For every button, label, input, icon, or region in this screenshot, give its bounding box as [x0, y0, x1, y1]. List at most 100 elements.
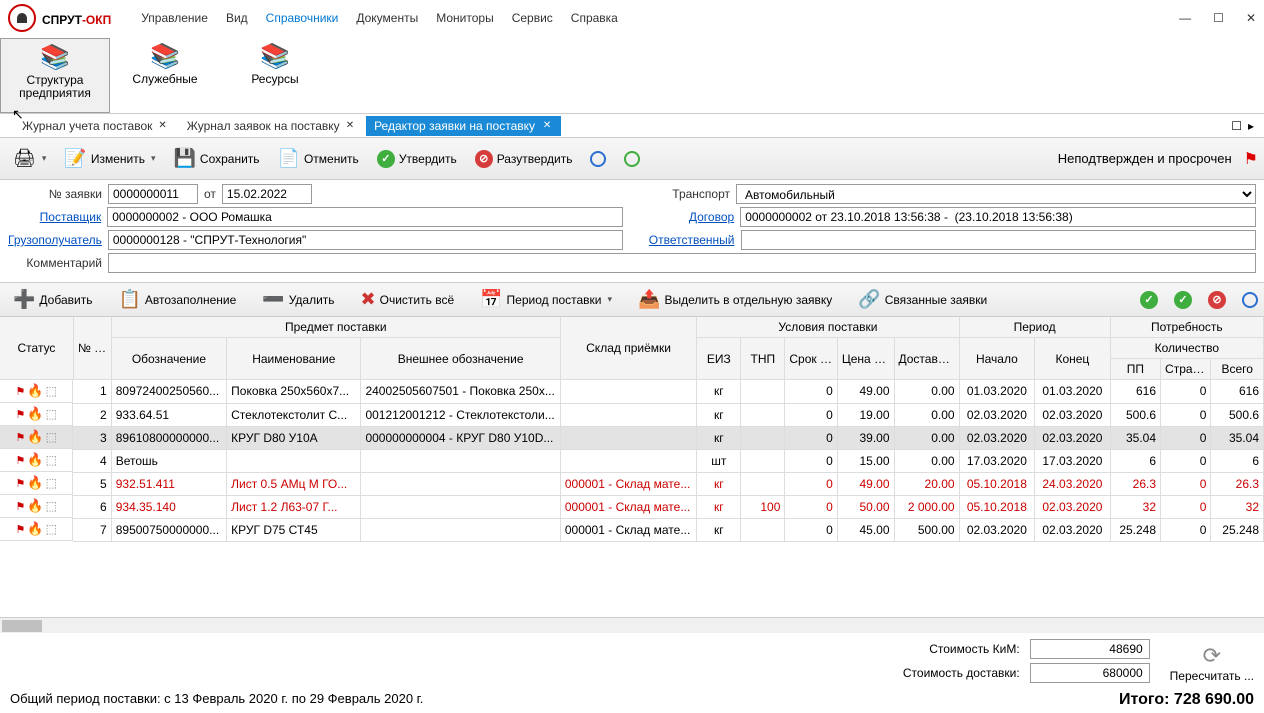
flag-icon: ⚑: [1244, 149, 1258, 169]
responsible-input[interactable]: [741, 230, 1257, 250]
autofill-button[interactable]: 📋Автозаполнение: [111, 284, 243, 315]
col-end[interactable]: Конец: [1035, 338, 1111, 380]
period-summary: Общий период поставки: с 13 Февраль 2020…: [10, 691, 423, 709]
deny2-icon[interactable]: ⊘: [1208, 291, 1226, 309]
col-warehouse[interactable]: Склад приёмки: [560, 317, 696, 380]
horizontal-scrollbar[interactable]: [0, 617, 1264, 633]
green-circle-button[interactable]: [617, 146, 647, 172]
tab-close-icon[interactable]: ✕: [346, 120, 354, 131]
document-tab[interactable]: Редактор заявки на поставку✕: [366, 116, 561, 136]
tab-close-icon[interactable]: ✕: [541, 120, 553, 132]
clear-button[interactable]: ✖Очистить всё: [354, 284, 462, 315]
request-number-input[interactable]: [108, 184, 198, 204]
menu-item[interactable]: Вид: [226, 11, 248, 25]
colgroup-need: Потребность: [1110, 317, 1263, 338]
minimize-icon[interactable]: —: [1179, 11, 1191, 25]
related-button[interactable]: 🔗Связанные заявки: [851, 284, 994, 315]
table-row[interactable]: ⚑🔥⬚2933.64.51Стеклотекстолит С...0012120…: [0, 403, 1264, 426]
colgroup-period: Период: [959, 317, 1110, 338]
fire-icon: 🔥: [27, 452, 43, 468]
delete-button[interactable]: ➖Удалить: [255, 284, 341, 315]
group-icon: ⬚: [46, 522, 57, 536]
col-name[interactable]: Наименование: [227, 338, 361, 380]
table-row[interactable]: ⚑🔥⬚4Ветошьшт015.000.0017.03.202017.03.20…: [0, 449, 1264, 472]
save-button[interactable]: 💾Сохранить: [166, 143, 266, 174]
table-row[interactable]: ⚑🔥⬚789500750000000...КРУГ D75 СТ45000001…: [0, 518, 1264, 541]
fire-icon: 🔥: [27, 521, 43, 537]
blue-circle-button[interactable]: [583, 146, 613, 172]
deny-icon: ⊘: [475, 150, 493, 168]
group-icon: ⬚: [46, 384, 57, 398]
flag-icon: ⚑: [16, 477, 26, 490]
document-tab[interactable]: Журнал заявок на поставку✕: [179, 116, 362, 136]
maximize-icon[interactable]: ☐: [1213, 11, 1224, 25]
contract-input[interactable]: [740, 207, 1256, 227]
col-status[interactable]: Статус: [0, 317, 73, 380]
ribbon-item[interactable]: 📚Структурапредприятия: [0, 38, 110, 113]
table-row[interactable]: ⚑🔥⬚5932.51.411Лист 0.5 АМц М ГО...000001…: [0, 472, 1264, 495]
blue-ring-icon[interactable]: [1242, 292, 1258, 308]
col-leadtime[interactable]: Срок поставки, дн.: [785, 338, 837, 380]
table-row[interactable]: ⚑🔥⬚6934.35.140Лист 1.2 Л63-07 Г...000001…: [0, 495, 1264, 518]
plus-icon: ➕: [13, 289, 35, 310]
menu-item[interactable]: Управление: [141, 11, 208, 25]
group-icon: ⬚: [46, 499, 57, 513]
separate-icon: 📤: [638, 289, 660, 310]
save-icon: 💾: [173, 148, 195, 169]
col-start[interactable]: Начало: [959, 338, 1035, 380]
col-total[interactable]: Всего: [1211, 359, 1264, 380]
cancel-button[interactable]: 📄Отменить: [271, 143, 366, 174]
add-button[interactable]: ➕Добавить: [6, 284, 99, 315]
approve-button[interactable]: ✓Утвердить: [370, 145, 464, 173]
comment-input[interactable]: [108, 253, 1256, 273]
supplier-label[interactable]: Поставщик: [8, 210, 101, 224]
check-icon: ✓: [377, 150, 395, 168]
cost-ship-value[interactable]: [1030, 663, 1150, 683]
col-npp[interactable]: № п/п: [73, 317, 111, 380]
ok-icon[interactable]: ✓: [1140, 291, 1158, 309]
fire-icon: 🔥: [27, 498, 43, 514]
ribbon-item[interactable]: 📚Служебные: [110, 38, 220, 113]
fire-icon: 🔥: [27, 383, 43, 399]
col-desig[interactable]: Обозначение: [111, 338, 226, 380]
col-safety[interactable]: Страховой...: [1161, 359, 1211, 380]
tab-close-icon[interactable]: ✕: [158, 120, 166, 131]
menu-item[interactable]: Справочники: [266, 11, 339, 25]
fire-icon: 🔥: [27, 406, 43, 422]
col-pp[interactable]: ПП: [1110, 359, 1160, 380]
print-button[interactable]: 🖨▾: [6, 143, 53, 174]
edit-button[interactable]: 📝Изменить▾: [57, 143, 162, 174]
consignee-input[interactable]: [108, 230, 624, 250]
tab-maximize-icon[interactable]: ☐: [1231, 119, 1242, 133]
col-extdesig[interactable]: Внешнее обозначение: [361, 338, 560, 380]
col-tnp[interactable]: ТНП: [741, 338, 785, 380]
menu-item[interactable]: Справка: [571, 11, 618, 25]
col-price[interactable]: Цена за ЕИЗ: [837, 338, 894, 380]
supplier-input[interactable]: [107, 207, 623, 227]
recalculate-button[interactable]: ⟳ Пересчитать ...: [1170, 643, 1254, 683]
ok2-icon[interactable]: ✓: [1174, 291, 1192, 309]
comment-label: Комментарий: [8, 256, 102, 270]
contract-label[interactable]: Договор: [635, 210, 734, 224]
unapprove-button[interactable]: ⊘Разутвердить: [468, 145, 580, 173]
menu-item[interactable]: Документы: [356, 11, 418, 25]
footer: Стоимость КиМ: Стоимость доставки: ⟳ Пер…: [0, 633, 1264, 713]
consignee-label[interactable]: Грузополучатель: [8, 233, 102, 247]
menu-item[interactable]: Сервис: [512, 11, 553, 25]
menu-item[interactable]: Мониторы: [436, 11, 493, 25]
table-row[interactable]: ⚑🔥⬚389610800000000...КРУГ D80 У10А000000…: [0, 426, 1264, 449]
blue-circle-icon: [590, 151, 606, 167]
responsible-label[interactable]: Ответственный: [635, 233, 734, 247]
col-shipping[interactable]: Доставка ТНП: [894, 338, 959, 380]
col-eiz[interactable]: ЕИЗ: [697, 338, 741, 380]
transport-select[interactable]: Автомобильный: [736, 184, 1256, 204]
table-row[interactable]: ⚑🔥⬚180972400250560...Поковка 250x560x7..…: [0, 380, 1264, 404]
document-tab[interactable]: Журнал учета поставок✕: [14, 116, 175, 136]
ribbon-item[interactable]: 📚Ресурсы: [220, 38, 330, 113]
close-icon[interactable]: ✕: [1246, 11, 1256, 25]
from-date-input[interactable]: [222, 184, 312, 204]
period-button[interactable]: 📅Период поставки▾: [473, 284, 619, 315]
cost-kim-value[interactable]: [1030, 639, 1150, 659]
tab-arrow-icon[interactable]: ▸: [1248, 119, 1254, 133]
separate-button[interactable]: 📤Выделить в отдельную заявку: [631, 284, 839, 315]
